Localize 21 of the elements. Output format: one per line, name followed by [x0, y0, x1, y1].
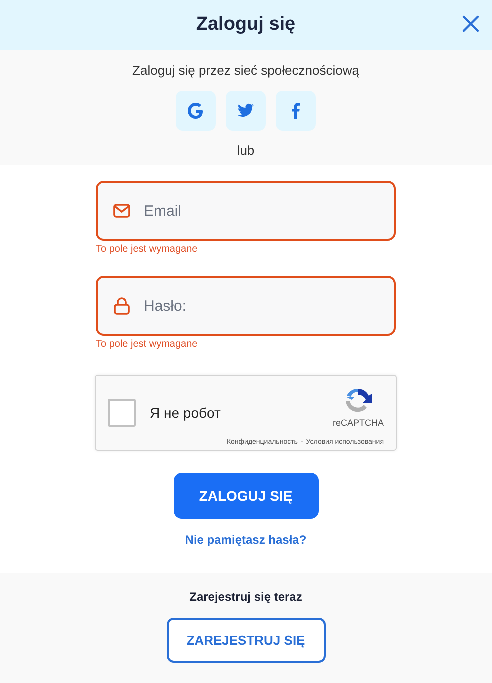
- social-login-button[interactable]: [176, 91, 216, 131]
- close-icon: [462, 15, 480, 33]
- captcha-brand: reCAPTCHA: [332, 418, 384, 428]
- register-prompt: Zarejestruj się teraz: [190, 590, 302, 604]
- bird-icon: [237, 102, 255, 120]
- forgot-password-link[interactable]: Nie pamiętasz hasła?: [185, 533, 307, 547]
- captcha-checkbox[interactable]: [108, 399, 136, 427]
- social-login-button[interactable]: [276, 91, 316, 131]
- email-field[interactable]: Email: [96, 181, 396, 241]
- password-field[interactable]: Hasło:: [96, 276, 396, 336]
- captcha-label: Я не робот: [150, 405, 221, 421]
- g-logo-icon: [187, 102, 205, 120]
- social-login-button[interactable]: [226, 91, 266, 131]
- register-button[interactable]: ZAREJESTRUJ SIĘ: [166, 618, 326, 663]
- close-button[interactable]: [460, 13, 482, 35]
- error-message: To pole jest wymagane: [96, 244, 199, 255]
- login-button[interactable]: ZALOGUJ SIĘ: [174, 473, 318, 519]
- error-message: To pole jest wymagane: [96, 339, 199, 350]
- separator-text: lub: [237, 143, 255, 158]
- social-prompt: Zaloguj się przez sieć społecznościową: [132, 63, 360, 78]
- window-title: Zaloguj się: [196, 14, 296, 36]
